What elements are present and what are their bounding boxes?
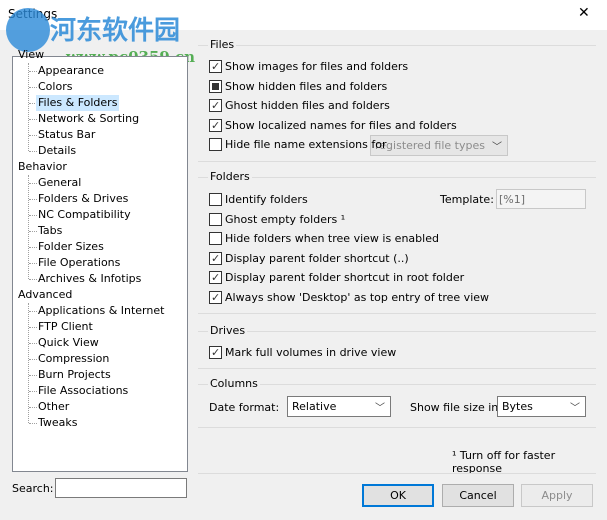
tree-item[interactable]: Folders & Drives (36, 191, 130, 207)
checkbox-label: Ghost hidden files and folders (225, 99, 390, 112)
checkbox-icon[interactable] (209, 213, 222, 226)
checkbox-option[interactable]: Hide file name extensions for (209, 138, 387, 151)
checkbox-label: Display parent folder shortcut in root f… (225, 271, 465, 284)
checkbox-option[interactable]: Display parent folder shortcut in root f… (209, 271, 464, 284)
tree-item[interactable]: NC Compatibility (36, 207, 133, 223)
chevron-down-icon: ﹀ (492, 142, 502, 153)
tree-item[interactable]: Archives & Infotips (36, 271, 143, 287)
tree-item[interactable]: Tabs (36, 223, 64, 239)
tree-item[interactable]: File Operations (36, 255, 122, 271)
checkbox-icon[interactable] (209, 271, 222, 284)
tree-connector (28, 175, 29, 279)
tree-item[interactable]: Burn Projects (36, 367, 113, 383)
template-label: Template: (440, 193, 494, 206)
checkbox-option[interactable]: Show localized names for files and folde… (209, 119, 457, 132)
extensions-select: registered file types ﹀ (370, 135, 508, 156)
checkbox-label: Display parent folder shortcut (..) (225, 252, 409, 265)
watermark-logo (6, 8, 50, 52)
checkbox-option[interactable]: Display parent folder shortcut (..) (209, 252, 409, 265)
checkbox-label: Show images for files and folders (225, 60, 409, 73)
template-input[interactable] (496, 189, 586, 209)
checkbox-icon[interactable] (209, 138, 222, 151)
tree-item[interactable]: Details (36, 143, 78, 159)
watermark-text: 河东软件园 (50, 16, 181, 46)
checkbox-icon[interactable] (209, 99, 222, 112)
checkbox-icon[interactable] (209, 252, 222, 265)
checkbox-option[interactable]: Show images for files and folders (209, 60, 408, 73)
checkbox-label: Mark full volumes in drive view (225, 346, 397, 359)
date-format-value: Relative (292, 400, 337, 413)
checkbox-icon[interactable] (209, 291, 222, 304)
checkbox-option[interactable]: Mark full volumes in drive view (209, 346, 396, 359)
tree-item[interactable]: Network & Sorting (36, 111, 141, 127)
tree-item[interactable]: Compression (36, 351, 111, 367)
checkbox-label: Ghost empty folders ¹ (225, 213, 346, 226)
tree-item[interactable]: Quick View (36, 335, 101, 351)
ok-button[interactable]: OK (362, 484, 434, 507)
file-size-label: Show file size in: (410, 401, 502, 414)
checkbox-option[interactable]: Ghost hidden files and folders (209, 99, 390, 112)
tree-item[interactable]: Tweaks (36, 415, 80, 431)
tree-connector (28, 63, 29, 151)
checkbox-icon[interactable] (209, 346, 222, 359)
checkbox-option[interactable]: Identify folders (209, 193, 308, 206)
file-size-value: Bytes (502, 400, 533, 413)
apply-button[interactable]: Apply (521, 484, 593, 507)
cancel-button[interactable]: Cancel (442, 484, 514, 507)
checkbox-icon[interactable] (209, 80, 222, 93)
tree-item[interactable]: File Associations (36, 383, 130, 399)
tree-item[interactable]: Applications & Internet (36, 303, 166, 319)
footnote: ¹ Turn off for faster response (452, 449, 556, 475)
checkbox-label: Show hidden files and folders (225, 80, 388, 93)
folders-group-title: Folders (208, 170, 252, 183)
extensions-select-value: registered file types (375, 139, 485, 152)
tree-section-view[interactable]: View (18, 47, 44, 63)
date-format-select[interactable]: Relative ﹀ (287, 396, 391, 417)
tree-item[interactable]: Appearance (36, 63, 106, 79)
tree-section-advanced[interactable]: Advanced (18, 287, 72, 303)
chevron-down-icon: ﹀ (375, 403, 385, 414)
checkbox-label: Always show 'Desktop' as top entry of tr… (225, 291, 490, 304)
checkbox-label: Show localized names for files and folde… (225, 119, 457, 132)
checkbox-option[interactable]: Ghost empty folders ¹ (209, 213, 345, 226)
files-group-title: Files (208, 38, 237, 51)
checkbox-option[interactable]: Show hidden files and folders (209, 80, 387, 93)
chevron-down-icon: ﹀ (570, 403, 580, 414)
checkbox-option[interactable]: Always show 'Desktop' as top entry of tr… (209, 291, 489, 304)
drives-group-title: Drives (208, 324, 248, 337)
tree-item[interactable]: FTP Client (36, 319, 95, 335)
tree-item[interactable]: General (36, 175, 83, 191)
tree-item[interactable]: Status Bar (36, 127, 97, 143)
file-size-select[interactable]: Bytes ﹀ (497, 396, 586, 417)
checkbox-icon[interactable] (209, 60, 222, 73)
checkbox-option[interactable]: Hide folders when tree view is enabled (209, 232, 439, 245)
checkbox-icon[interactable] (209, 232, 222, 245)
tree-item[interactable]: Folder Sizes (36, 239, 106, 255)
columns-group-title: Columns (208, 377, 260, 390)
settings-tree[interactable]: View Appearance Colors Files & Folders Netwo… (12, 48, 188, 472)
tree-item[interactable]: Files & Folders (36, 95, 120, 111)
checkbox-label: Hide file name extensions for (225, 138, 387, 151)
close-button[interactable]: ✕ (578, 5, 590, 21)
tree-item[interactable]: Colors (36, 79, 74, 95)
checkbox-icon[interactable] (209, 193, 222, 206)
tree-connector (28, 303, 29, 423)
tree-section-behavior[interactable]: Behavior (18, 159, 67, 175)
tree-item[interactable]: Other (36, 399, 71, 415)
divider (198, 473, 596, 474)
search-label: Search: (12, 482, 54, 495)
search-input[interactable] (55, 478, 187, 498)
checkbox-icon[interactable] (209, 119, 222, 132)
checkbox-label: Hide folders when tree view is enabled (225, 232, 439, 245)
checkbox-label: Identify folders (225, 193, 308, 206)
date-format-label: Date format: (209, 401, 280, 414)
